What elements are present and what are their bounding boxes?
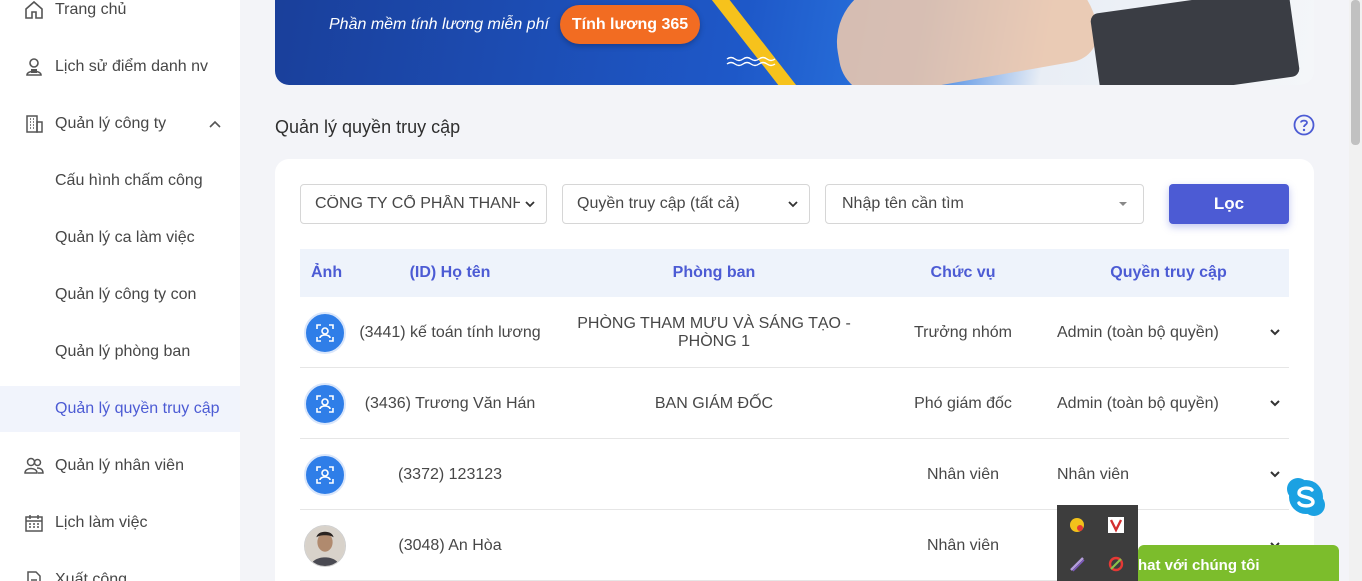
- sidebar: Trang chủ Lịch sử điểm danh nv Quản lý c…: [0, 0, 240, 581]
- chevron-down-icon[interactable]: [1268, 467, 1282, 481]
- scrollbar-thumb[interactable]: [1351, 0, 1360, 145]
- tray-antivirus-icon[interactable]: [1105, 514, 1127, 536]
- sidebar-item-departments[interactable]: Quản lý phòng ban: [0, 329, 240, 375]
- sidebar-item-label: Quản lý công ty con: [55, 286, 197, 303]
- chevron-down-icon: [525, 201, 535, 208]
- employee-position: Phó giám đốc: [914, 394, 1012, 412]
- chat-widget-label: hat với chúng tôi: [1138, 556, 1260, 574]
- sidebar-item-label: Lịch làm việc: [55, 514, 148, 531]
- column-header-access: Quyền truy cập: [1110, 264, 1227, 281]
- sidebar-item-label: Quản lý quyền truy cập: [55, 400, 220, 417]
- chevron-down-icon: [788, 201, 798, 208]
- company-select-value: CÔNG TY CỔ PHẦN THANH THIÊN: [315, 195, 520, 212]
- table-row: (3441) kế toán tính lương PHÒNG THAM MƯU…: [300, 297, 1289, 368]
- sidebar-item-access-rights[interactable]: Quản lý quyền truy cập: [0, 386, 240, 432]
- column-header-position: Chức vụ: [930, 264, 996, 281]
- wave-icon: [726, 56, 776, 67]
- column-header-photo: Ảnh: [311, 264, 343, 281]
- sidebar-item-company[interactable]: Quản lý công ty: [0, 101, 240, 147]
- users-icon: [24, 456, 44, 476]
- default-avatar-icon: [304, 383, 346, 425]
- user-history-icon: [24, 57, 44, 77]
- sidebar-item-label: Cấu hình chấm công: [55, 172, 203, 189]
- chat-widget-button[interactable]: hat với chúng tôi: [1138, 545, 1339, 581]
- banner-calculator-image: [1089, 0, 1301, 85]
- page-scrollbar[interactable]: [1349, 0, 1362, 581]
- employee-position: Nhân viên: [926, 465, 1000, 483]
- skype-icon[interactable]: [1284, 475, 1328, 519]
- banner-decoration: [691, 0, 813, 85]
- chevron-down-icon[interactable]: [1268, 325, 1282, 339]
- banner-hand-image: [827, 0, 1103, 85]
- sidebar-item-shifts[interactable]: Quản lý ca làm việc: [0, 215, 240, 261]
- column-header-name: (ID) Họ tên: [409, 264, 491, 281]
- tray-pen-icon[interactable]: [1066, 553, 1088, 575]
- access-dropdown[interactable]: Admin (toàn bộ quyền): [1057, 297, 1257, 368]
- employee-department: [550, 510, 878, 581]
- search-placeholder: Nhập tên cần tìm: [842, 195, 964, 212]
- employee-search-select[interactable]: Nhập tên cần tìm: [825, 184, 1144, 224]
- employee-department: BAN GIÁM ĐỐC: [654, 394, 774, 412]
- sidebar-item-label: Quản lý công ty: [55, 115, 167, 132]
- employee-name: (3372) 123123: [397, 465, 503, 483]
- default-avatar-icon: [304, 454, 346, 496]
- company-select[interactable]: CÔNG TY CỔ PHẦN THANH THIÊN: [300, 184, 547, 224]
- tray-tool-icon[interactable]: [1105, 553, 1127, 575]
- access-dropdown[interactable]: Nhân viên: [1057, 439, 1257, 510]
- sidebar-item-export[interactable]: Xuất công: [0, 557, 240, 581]
- table-row: (3372) 123123 Nhân viên Nhân viên: [300, 439, 1289, 510]
- document-icon: [24, 570, 44, 581]
- sidebar-item-schedule[interactable]: Lịch làm việc: [0, 500, 240, 546]
- table-row: (3436) Trương Văn Hán BAN GIÁM ĐỐC Phó g…: [300, 368, 1289, 439]
- sidebar-item-label: Quản lý ca làm việc: [55, 229, 195, 246]
- building-icon: [24, 114, 44, 134]
- salary-cta-button[interactable]: Tính lương 365: [560, 5, 700, 44]
- system-tray-popup: [1057, 505, 1138, 581]
- employee-photo: [304, 525, 346, 567]
- page-title: Quản lý quyền truy cập: [275, 117, 461, 137]
- sidebar-item-employees[interactable]: Quản lý nhân viên: [0, 443, 240, 489]
- access-select-value: Quyền truy cập (tất cả): [577, 195, 740, 212]
- sidebar-item-attendance-history[interactable]: Lịch sử điểm danh nv: [0, 44, 240, 90]
- banner-slogan: Phần mềm tính lương miễn phí: [329, 16, 549, 33]
- employee-department: PHÒNG THAM MƯU VÀ SÁNG TẠO - PHÒNG 1: [577, 314, 851, 350]
- employee-department: [550, 439, 878, 510]
- table-header: Ảnh (ID) Họ tên Phòng ban Chức vụ Quyền …: [300, 249, 1289, 297]
- default-avatar-icon: [304, 312, 346, 354]
- promo-banner: Phần mềm tính lương miễn phí Tính lương …: [275, 0, 1314, 85]
- sidebar-item-label: Lịch sử điểm danh nv: [55, 58, 209, 75]
- employee-position: Nhân viên: [926, 536, 1000, 554]
- column-header-department: Phòng ban: [672, 264, 756, 281]
- chevron-down-icon[interactable]: [1268, 396, 1282, 410]
- access-dropdown[interactable]: Admin (toàn bộ quyền): [1057, 368, 1257, 439]
- sidebar-item-subsidiaries[interactable]: Quản lý công ty con: [0, 272, 240, 318]
- help-icon[interactable]: [1293, 114, 1315, 136]
- sidebar-item-attendance-config[interactable]: Cấu hình chấm công: [0, 158, 240, 204]
- sidebar-item-label: Quản lý nhân viên: [55, 457, 184, 474]
- employee-name: (3436) Trương Văn Hán: [364, 394, 536, 412]
- sidebar-item-label: Quản lý phòng ban: [55, 343, 191, 360]
- chevron-up-icon: [209, 120, 221, 128]
- employee-name: (3048) An Hòa: [398, 536, 502, 554]
- sidebar-item-home[interactable]: Trang chủ: [0, 0, 240, 33]
- employee-name: (3441) kế toán tính lương: [359, 323, 541, 341]
- sidebar-item-label: Xuất công: [55, 571, 128, 581]
- calendar-icon: [24, 513, 44, 533]
- sidebar-item-label: Trang chủ: [55, 1, 127, 18]
- caret-down-icon: [1119, 202, 1127, 206]
- tray-app-icon[interactable]: [1066, 514, 1088, 536]
- employee-position: Trưởng nhóm: [914, 323, 1012, 341]
- access-select[interactable]: Quyền truy cập (tất cả): [562, 184, 810, 224]
- home-icon: [24, 0, 44, 20]
- filter-button[interactable]: Lọc: [1169, 184, 1289, 224]
